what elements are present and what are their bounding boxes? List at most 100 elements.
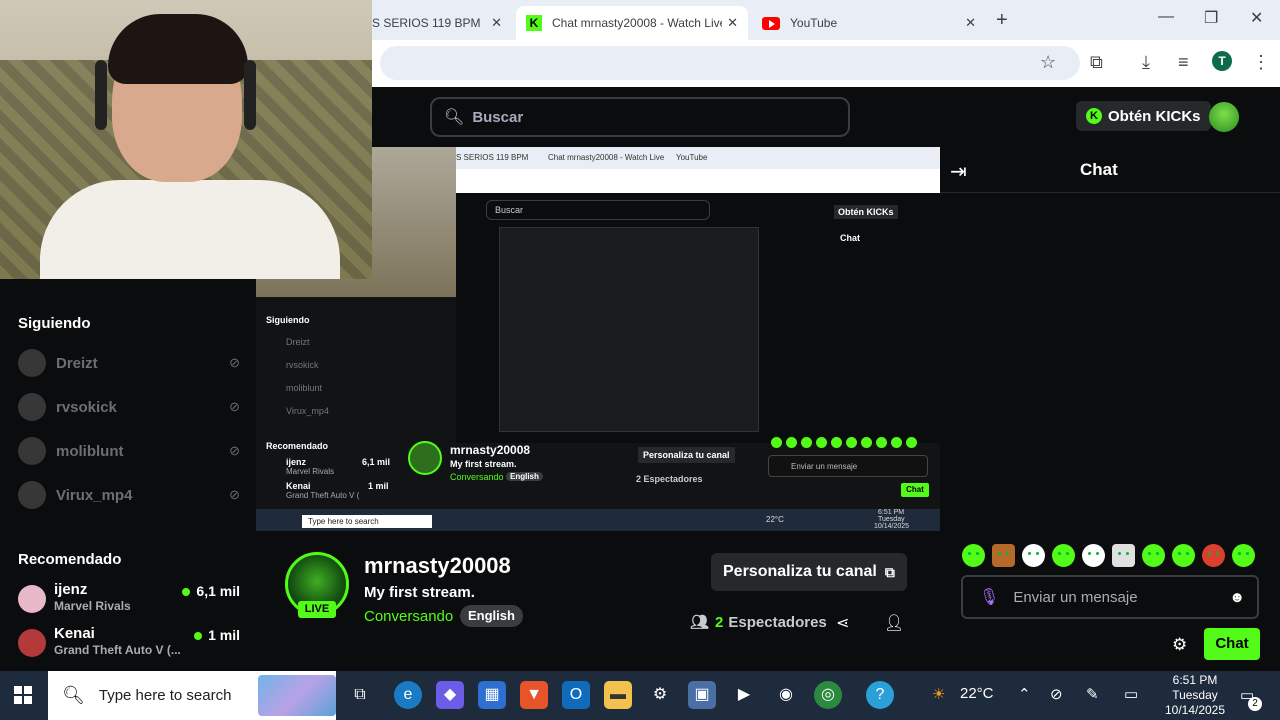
- copilot-icon[interactable]: ◆: [436, 681, 464, 709]
- store-icon[interactable]: ▦: [478, 681, 506, 709]
- sidebar-item-dreizt[interactable]: Dreizt ⊘: [18, 349, 240, 377]
- search-input[interactable]: 🔍︎ Buscar: [430, 97, 850, 137]
- tab-kick-chat[interactable]: K Chat mrnasty20008 - Watch Live ✕: [516, 6, 748, 40]
- video-nested-tabstrip: S SERIOS 119 BPM Chat mrnasty20008 - Wat…: [456, 147, 940, 169]
- viewer-count: 1 mil: [194, 627, 240, 643]
- emoji-icon[interactable]: ☻: [1229, 589, 1245, 606]
- close-icon[interactable]: ✕: [965, 15, 976, 31]
- streamer-name[interactable]: mrnasty20008: [364, 553, 511, 579]
- share-icon[interactable]: ⋖: [836, 613, 849, 633]
- keyboard-icon[interactable]: ▭: [1124, 685, 1138, 703]
- bookmark-star-icon[interactable]: ☆: [1040, 52, 1056, 73]
- youtube-favicon-icon: [762, 16, 780, 30]
- emote-icon[interactable]: [962, 544, 985, 567]
- microphone-icon[interactable]: 🎙︎: [979, 587, 999, 607]
- language-badge[interactable]: English: [460, 605, 523, 627]
- download-icon[interactable]: ⤓: [1142, 52, 1150, 73]
- tab-youtube[interactable]: YouTube ✕: [752, 6, 986, 40]
- weather-icon[interactable]: ☀: [932, 685, 945, 703]
- restore-icon[interactable]: ❐: [1204, 8, 1218, 28]
- kick-favicon-icon: K: [526, 15, 542, 31]
- chat-send-button[interactable]: Chat: [1204, 628, 1260, 660]
- remote-desktop-icon[interactable]: ▣: [688, 681, 716, 709]
- sidebar-item-kenai[interactable]: Kenai Grand Theft Auto V (... 1 mil: [18, 625, 240, 661]
- clock-time: 6:51 PM: [1172, 673, 1218, 687]
- customize-channel-button[interactable]: Personaliza tu canal ⧉: [711, 553, 907, 591]
- task-view-icon[interactable]: ⧉: [346, 681, 374, 709]
- windows-taskbar: 🔍︎ Type here to search ⧉ e ◆ ▦ ▼ O ▬ ⚙ ▣…: [0, 671, 1280, 720]
- emote-icon[interactable]: [1112, 544, 1135, 567]
- get-kicks-label: Obtén KICKs: [1108, 107, 1201, 125]
- tab-music[interactable]: S SERIOS 119 BPM ✕: [362, 6, 512, 40]
- pen-icon[interactable]: ✎: [1086, 685, 1099, 703]
- media-control-icon[interactable]: ≡: [1178, 52, 1189, 73]
- chevron-up-icon[interactable]: ⌃: [1018, 685, 1031, 703]
- nested-rec-cat: Grand Theft Auto V (: [286, 491, 360, 500]
- address-bar[interactable]: [380, 46, 1080, 80]
- sidebar-item-moliblunt[interactable]: moliblunt ⊘: [18, 437, 240, 465]
- emote-icon[interactable]: [1202, 544, 1225, 567]
- emote-icon[interactable]: [1082, 544, 1105, 567]
- offline-icon: ⊘: [229, 443, 240, 458]
- search-icon: 🔍︎: [62, 685, 85, 705]
- avatar: [18, 629, 46, 657]
- nested-recommended-title: Recomendado: [266, 441, 329, 451]
- sidebar-item-ijenz[interactable]: ijenz Marvel Rivals 6,1 mil: [18, 581, 240, 617]
- emote-icon[interactable]: [1022, 544, 1045, 567]
- nested-rec-cat: Marvel Rivals: [286, 467, 335, 476]
- profile-avatar[interactable]: T: [1212, 51, 1232, 71]
- minimize-icon[interactable]: —: [1158, 8, 1174, 26]
- channel-name: Dreizt: [56, 354, 98, 372]
- stream-title: My first stream.: [364, 584, 475, 601]
- settings-icon[interactable]: ⚙: [646, 681, 674, 709]
- taskbar-search-placeholder: Type here to search: [98, 687, 232, 704]
- viewer-count: 6,1 mil: [182, 583, 240, 599]
- menu-dots-icon[interactable]: ⋮: [1252, 52, 1270, 73]
- chat-settings-icon[interactable]: ⚙: [1172, 635, 1187, 655]
- new-tab-button[interactable]: +: [996, 9, 1008, 32]
- nested-recursive-screen: [499, 227, 759, 432]
- nested-tab-title: YouTube: [676, 153, 708, 162]
- emote-icon[interactable]: [1142, 544, 1165, 567]
- emote-icon[interactable]: [1172, 544, 1195, 567]
- taskbar-clock[interactable]: 6:51 PM Tuesday 10/14/2025: [1152, 673, 1238, 718]
- chat-message-input[interactable]: 🎙︎ Enviar un mensaje ☻: [961, 575, 1259, 619]
- nested-rec-name: Kenai: [286, 481, 311, 491]
- tab-title: YouTube: [790, 16, 838, 30]
- chat-divider: [940, 192, 1280, 193]
- file-explorer-icon[interactable]: ▬: [604, 681, 632, 709]
- stream-category[interactable]: Conversando: [364, 608, 453, 625]
- temperature-text[interactable]: 22°C: [960, 685, 994, 702]
- obs-icon[interactable]: ◉: [772, 681, 800, 709]
- network-icon[interactable]: ⊘: [1050, 685, 1063, 703]
- user-avatar[interactable]: [1209, 102, 1239, 132]
- sidebar-item-virux[interactable]: Virux_mp4 ⊘: [18, 481, 240, 509]
- taskbar-search-input[interactable]: 🔍︎ Type here to search: [48, 671, 336, 720]
- sidebar-item-rvsokick[interactable]: rvsokick ⊘: [18, 393, 240, 421]
- emote-icon[interactable]: [1232, 544, 1255, 567]
- get-kicks-button[interactable]: K Obtén KICKs: [1076, 101, 1211, 131]
- windows-start-icon[interactable]: [14, 686, 32, 704]
- nested-language: English: [506, 472, 543, 481]
- brave-icon[interactable]: ▼: [520, 681, 548, 709]
- media-player-icon[interactable]: ▶: [730, 681, 758, 709]
- close-window-icon[interactable]: ✕: [1250, 8, 1263, 28]
- follow-user-icon[interactable]: 👤︎: [884, 613, 904, 633]
- customize-channel-label: Personaliza tu canal: [723, 563, 877, 580]
- emote-icon[interactable]: [1052, 544, 1075, 567]
- emote-icon[interactable]: [992, 544, 1015, 567]
- outlook-icon[interactable]: O: [562, 681, 590, 709]
- close-icon[interactable]: ✕: [491, 15, 502, 31]
- collapse-chat-icon[interactable]: ⇥: [950, 159, 967, 184]
- extensions-icon[interactable]: ⧉: [1090, 52, 1103, 73]
- channel-name: moliblunt: [56, 442, 124, 460]
- help-icon[interactable]: ?: [866, 681, 894, 709]
- close-icon[interactable]: ✕: [727, 15, 738, 31]
- chrome-icon[interactable]: ◎: [814, 681, 842, 709]
- nested-rec-viewers: 1 mil: [368, 481, 389, 491]
- webcam-overlay: [0, 0, 372, 279]
- channel-category: Grand Theft Auto V (...: [54, 643, 181, 657]
- chat-title: Chat: [1080, 160, 1118, 179]
- nested-rec-viewers: 6,1 mil: [362, 457, 391, 467]
- edge-icon[interactable]: e: [394, 681, 422, 709]
